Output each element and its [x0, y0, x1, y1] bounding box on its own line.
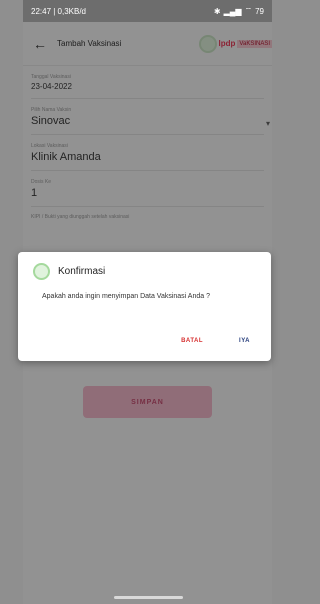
wifi-icon: ⌔ — [244, 6, 253, 15]
dialog-message: Apakah anda ingin menyimpan Data Vaksina… — [42, 293, 210, 300]
bluetooth-icon: ✱ — [213, 6, 221, 16]
confirmation-dialog: Konfirmasi Apakah anda ingin menyimpan D… — [18, 252, 271, 361]
dialog-logo-icon — [33, 263, 50, 280]
status-icons: ✱ ▂▄▆ ⌔ 79 — [214, 6, 264, 16]
dialog-title: Konfirmasi — [58, 266, 106, 277]
cancel-button[interactable]: BATAL — [181, 338, 203, 344]
dialog-actions: BATAL IYA — [181, 338, 250, 344]
confirm-button[interactable]: IYA — [239, 338, 250, 344]
status-bar: 22:47 | 0,3KB/d ✱ ▂▄▆ ⌔ 79 — [23, 0, 272, 22]
signal-icon: ▂▄▆ — [223, 6, 242, 16]
home-indicator — [114, 596, 183, 599]
dialog-header: Konfirmasi — [18, 252, 271, 280]
status-left: 22:47 | 0,3KB/d — [31, 6, 87, 16]
battery-percent: 79 — [255, 6, 264, 16]
